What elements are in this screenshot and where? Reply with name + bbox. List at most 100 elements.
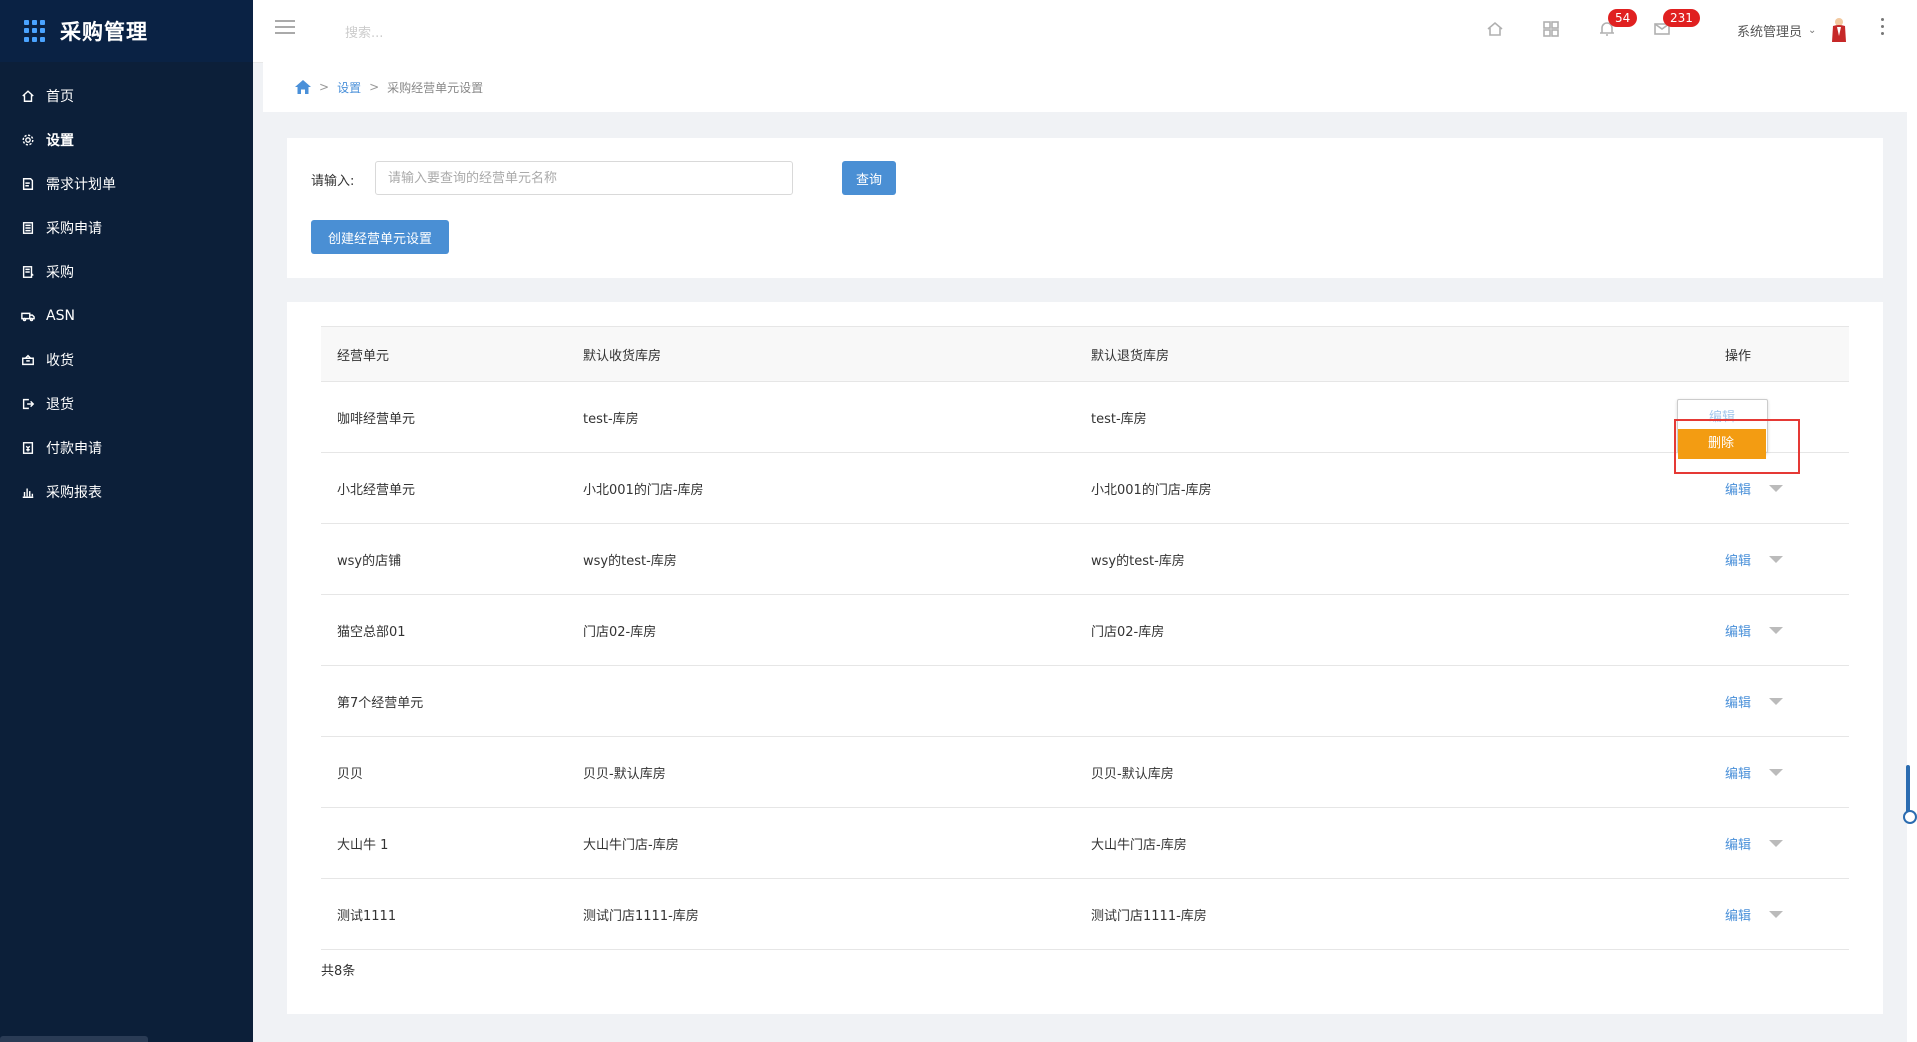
breadcrumb-separator: > <box>369 80 380 94</box>
top-search[interactable]: 搜索... <box>345 22 383 41</box>
sidebar-item-label: 设置 <box>46 133 74 149</box>
more-actions-dropdown-icon[interactable] <box>1769 839 1784 847</box>
edit-link[interactable]: 编辑 <box>1725 905 1751 924</box>
top-bar: 搜索... 54 231 系统管理员 ⌄ <box>253 0 1917 63</box>
payment-icon <box>20 440 36 456</box>
cell-return: test-库房 <box>1091 411 1147 427</box>
gear-icon <box>20 132 36 148</box>
cell-receive: 测试门店1111-库房 <box>583 908 699 924</box>
more-actions-dropdown-icon[interactable] <box>1769 768 1784 776</box>
sidebar-item-receiving[interactable]: 收货 <box>0 338 253 382</box>
header-unit: 经营单元 <box>337 348 390 364</box>
return-icon <box>20 396 36 412</box>
cell-receive: 贝贝-默认库房 <box>583 766 666 782</box>
query-button[interactable]: 查询 <box>842 161 896 195</box>
user-menu[interactable]: 系统管理员 ⌄ <box>1737 21 1816 40</box>
cell-unit: 大山牛 1 <box>337 837 389 853</box>
sidebar-item-label: 首页 <box>46 89 74 105</box>
table-panel: 经营单元 默认收货库房 默认退货库房 操作 咖啡经营单元 test-库房 tes… <box>287 302 1883 1014</box>
page-scrollbar-track <box>1907 62 1917 1042</box>
cell-actions: 编辑 <box>1691 905 1849 924</box>
avatar[interactable] <box>1830 16 1848 44</box>
edit-link[interactable]: 编辑 <box>1725 692 1751 711</box>
cell-return: 测试门店1111-库房 <box>1091 908 1207 924</box>
sidebar-item-purchase-request[interactable]: 采购申请 <box>0 206 253 250</box>
edit-link[interactable]: 编辑 <box>1725 763 1751 782</box>
cell-unit: 小北经营单元 <box>337 482 416 498</box>
cell-actions: 编辑 <box>1691 479 1849 498</box>
table-row: 第7个经营单元 编辑 <box>321 665 1849 736</box>
home-shortcut-icon[interactable] <box>1486 20 1504 38</box>
sidebar-item-payment-request[interactable]: 付款申请 <box>0 426 253 470</box>
cell-actions: 编辑 <box>1691 550 1849 569</box>
cell-unit: 猫空总部01 <box>337 624 406 640</box>
app-brand[interactable]: 采购管理 <box>0 0 253 62</box>
cell-return: 门店02-库房 <box>1091 624 1165 640</box>
message-badge: 231 <box>1663 9 1700 27</box>
total-count: 共8条 <box>321 964 356 979</box>
sidebar-item-settings[interactable]: 设置 <box>0 118 253 162</box>
more-actions-dropdown-icon[interactable] <box>1769 626 1784 634</box>
cell-receive: test-库房 <box>583 411 639 427</box>
scroll-handle-icon[interactable] <box>1903 810 1917 824</box>
cell-receive: wsy的test-库房 <box>583 553 677 569</box>
cell-return: 贝贝-默认库房 <box>1091 766 1174 782</box>
sidebar-item-purchase[interactable]: 采购 <box>0 250 253 294</box>
menu-toggle-icon[interactable] <box>275 20 295 38</box>
breadcrumb-settings-link[interactable]: 设置 <box>337 79 361 96</box>
sidebar-scrollbar[interactable] <box>0 1036 148 1042</box>
sidebar-item-label: 需求计划单 <box>46 177 116 193</box>
header-actions: 操作 <box>1725 348 1752 364</box>
edit-link[interactable]: 编辑 <box>1725 621 1751 640</box>
sidebar-item-label: 付款申请 <box>46 441 102 457</box>
bar-chart-icon <box>20 484 36 500</box>
sidebar-item-purchase-report[interactable]: 采购报表 <box>0 470 253 514</box>
cell-receive: 小北001的门店-库房 <box>583 482 704 498</box>
edit-link[interactable]: 编辑 <box>1725 479 1751 498</box>
edit-link[interactable]: 编辑 <box>1725 550 1751 569</box>
sidebar-item-demand-plan[interactable]: 需求计划单 <box>0 162 253 206</box>
cell-return: wsy的test-库房 <box>1091 553 1185 569</box>
cell-actions: 编辑 <box>1691 763 1849 782</box>
message-icon[interactable]: 231 <box>1653 9 1700 38</box>
cell-unit: 第7个经营单元 <box>337 695 424 711</box>
table-row: 小北经营单元 小北001的门店-库房 小北001的门店-库房 编辑 <box>321 452 1849 523</box>
notification-badge: 54 <box>1608 9 1638 27</box>
apps-icon[interactable] <box>1542 20 1560 38</box>
chevron-down-icon: ⌄ <box>1808 25 1817 36</box>
header-return-warehouse: 默认退货库房 <box>1091 348 1170 364</box>
sidebar-item-label: 采购申请 <box>46 221 102 237</box>
home-icon <box>20 88 36 104</box>
sidebar-item-asn[interactable]: ASN <box>0 294 253 338</box>
more-vertical-icon[interactable] <box>1881 18 1885 39</box>
table-row: 猫空总部01 门店02-库房 门店02-库房 编辑 <box>321 594 1849 665</box>
unit-name-search-input[interactable] <box>375 161 793 195</box>
list-icon <box>20 264 36 280</box>
edit-link[interactable]: 编辑 <box>1725 834 1751 853</box>
cell-unit: 测试1111 <box>337 908 397 924</box>
sidebar-item-returns[interactable]: 退货 <box>0 382 253 426</box>
more-actions-dropdown-icon[interactable] <box>1769 697 1784 705</box>
sidebar-item-home[interactable]: 首页 <box>0 74 253 118</box>
create-unit-button[interactable]: 创建经营单元设置 <box>311 220 449 254</box>
cell-unit: 贝贝 <box>337 766 364 782</box>
truck-icon <box>20 308 36 324</box>
sidebar-item-label: 收货 <box>46 353 74 369</box>
delete-menu-item[interactable]: 删除 <box>1678 429 1766 459</box>
table-row: 测试1111 测试门店1111-库房 测试门店1111-库房 编辑 <box>321 878 1849 950</box>
app-title: 采购管理 <box>60 20 148 44</box>
header-receive-warehouse: 默认收货库房 <box>583 348 662 364</box>
user-name: 系统管理员 <box>1737 25 1803 40</box>
breadcrumb-home-icon[interactable] <box>295 80 311 94</box>
cell-actions: 编辑 <box>1691 621 1849 640</box>
bell-icon[interactable]: 54 <box>1598 9 1638 38</box>
more-actions-dropdown-icon[interactable] <box>1769 910 1784 918</box>
more-actions-dropdown-icon[interactable] <box>1769 555 1784 563</box>
sidebar-item-label: ASN <box>46 308 75 324</box>
cell-return: 小北001的门店-库房 <box>1091 482 1212 498</box>
apps-grid-icon <box>24 20 46 42</box>
dropdown-edit-link[interactable]: 编辑 <box>1709 406 1735 425</box>
search-label: 请输入: <box>311 174 355 189</box>
breadcrumb-separator: > <box>319 80 330 94</box>
more-actions-dropdown-icon[interactable] <box>1769 484 1784 492</box>
